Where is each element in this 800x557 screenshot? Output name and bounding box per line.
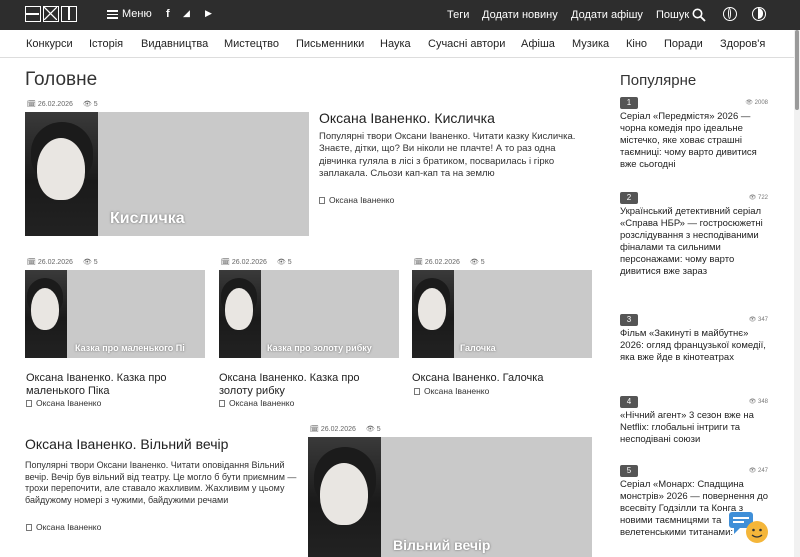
nav-item-contests[interactable]: Конкурси	[26, 38, 73, 50]
theme-toggle-icon[interactable]	[752, 7, 766, 21]
grid-3-image[interactable]: Галочка	[412, 270, 592, 358]
page-title: Головне	[25, 69, 98, 90]
view-count: 👁 348	[748, 399, 768, 405]
featured-meta: 🗓 26.02.2026 👁 5	[27, 100, 98, 108]
rank-badge: 5	[620, 465, 638, 477]
facebook-icon[interactable]: f	[166, 8, 170, 20]
bottom-image-caption: Вільний вечір	[393, 537, 491, 553]
popular-item-text[interactable]: Серіал «Передмістя» 2026 — чорна комедія…	[620, 111, 768, 171]
view-count: 👁 247	[748, 468, 768, 474]
site-logo[interactable]	[25, 6, 77, 22]
grid-1-caption: Казка про маленького Пі	[75, 343, 185, 353]
author-portrait	[25, 112, 98, 236]
nav-item-writers[interactable]: Письменники	[296, 38, 364, 50]
grid-1-image[interactable]: Казка про маленького Пі	[25, 270, 205, 358]
nav-item-modern-authors[interactable]: Сучасні автори	[428, 38, 505, 50]
grid-1-author[interactable]: Оксана Іваненко	[26, 398, 101, 408]
featured-excerpt: Популярні твори Оксани Іваненко. Читати …	[319, 131, 576, 180]
featured-author[interactable]: Оксана Іваненко	[319, 195, 394, 205]
grid-3-meta: 🗓 26.02.2026 👁 5	[414, 259, 485, 266]
view-count: 👁 347	[748, 317, 768, 323]
telegram-icon[interactable]: ◢	[183, 8, 190, 19]
sidebar-heading: Популярне	[620, 72, 697, 89]
logo-square-icon	[25, 6, 41, 22]
rank-badge: 4	[620, 396, 638, 408]
grid-3-caption: Галочка	[460, 343, 496, 353]
menu-label: Меню	[122, 8, 152, 20]
chat-widget-icon[interactable]	[728, 511, 770, 545]
grid-1-meta: 🗓 26.02.2026 👁 5	[27, 259, 98, 266]
bottom-author[interactable]: Оксана Іваненко	[26, 522, 101, 532]
grid-3-author[interactable]: Оксана Іваненко	[414, 386, 489, 396]
tags-link[interactable]: Теги	[447, 9, 469, 21]
search-icon[interactable]	[692, 8, 706, 22]
grid-2-image[interactable]: Казка про золоту рибку	[219, 270, 399, 358]
bottom-excerpt: Популярні твори Оксани Іваненко. Читати …	[25, 460, 297, 506]
featured-date: 🗓 26.02.2026	[27, 101, 73, 108]
view-count: 👁 2008	[745, 100, 768, 106]
grid-2-meta: 🗓 26.02.2026 👁 5	[221, 259, 292, 266]
featured-views: 👁 5	[82, 101, 98, 108]
featured-image-caption: Кисличка	[110, 210, 185, 227]
featured-title[interactable]: Оксана Іваненко. Кисличка	[319, 110, 495, 127]
search-link[interactable]: Пошук	[656, 9, 689, 21]
grid-1-title[interactable]: Оксана Іваненко. Казка про маленького Пі…	[26, 372, 196, 398]
popular-item-text[interactable]: «Нічний агент» 3 сезон вже на Netflix: г…	[620, 410, 768, 446]
logo-book-icon	[61, 6, 77, 22]
rank-badge: 2	[620, 192, 638, 204]
youtube-icon[interactable]: ▶	[205, 8, 212, 19]
nav-item-music[interactable]: Музика	[572, 38, 609, 50]
globe-icon[interactable]	[723, 7, 737, 21]
logo-envelope-icon	[43, 6, 59, 22]
nav-item-health[interactable]: Здоров'я	[720, 38, 765, 50]
menu-button[interactable]: Меню	[107, 8, 152, 20]
top-bar: Меню f ◢ ▶ Теги Додати новину Додати афі…	[0, 0, 800, 30]
nav-item-publishers[interactable]: Видавництва	[141, 38, 208, 50]
nav-item-art[interactable]: Мистецтво	[224, 38, 279, 50]
grid-2-caption: Казка про золоту рибку	[267, 343, 372, 353]
hamburger-icon	[107, 9, 118, 19]
nav-item-science[interactable]: Наука	[380, 38, 411, 50]
scrollbar-thumb[interactable]	[795, 30, 799, 110]
grid-2-author[interactable]: Оксана Іваненко	[219, 398, 294, 408]
grid-3-title[interactable]: Оксана Іваненко. Галочка	[412, 372, 582, 385]
featured-image[interactable]: Кисличка	[25, 112, 309, 236]
add-news-link[interactable]: Додати новину	[482, 9, 558, 21]
add-poster-link[interactable]: Додати афішу	[571, 9, 643, 21]
grid-2-title[interactable]: Оксана Іваненко. Казка про золоту рибку	[219, 372, 389, 398]
author-icon	[319, 196, 325, 204]
scrollbar[interactable]	[794, 30, 800, 557]
rank-badge: 3	[620, 314, 638, 326]
popular-item-text[interactable]: Український детективний серіал «Справа Н…	[620, 206, 768, 278]
category-nav: Конкурси Історія Видавництва Мистецтво П…	[0, 30, 800, 58]
nav-item-posters[interactable]: Афіша	[521, 38, 555, 50]
bottom-meta: 🗓 26.02.2026 👁 5	[310, 426, 381, 433]
nav-item-cinema[interactable]: Кіно	[626, 38, 647, 50]
view-count: 👁 722	[748, 195, 768, 201]
bottom-title[interactable]: Оксана Іваненко. Вільний вечір	[25, 436, 228, 453]
popular-item-text[interactable]: Фільм «Закинуті в майбутнє» 2026: огляд …	[620, 328, 768, 364]
nav-item-tips[interactable]: Поради	[664, 38, 703, 50]
bottom-image[interactable]: Вільний вечір	[308, 437, 592, 557]
nav-item-history[interactable]: Історія	[89, 38, 123, 50]
rank-badge: 1	[620, 97, 638, 109]
